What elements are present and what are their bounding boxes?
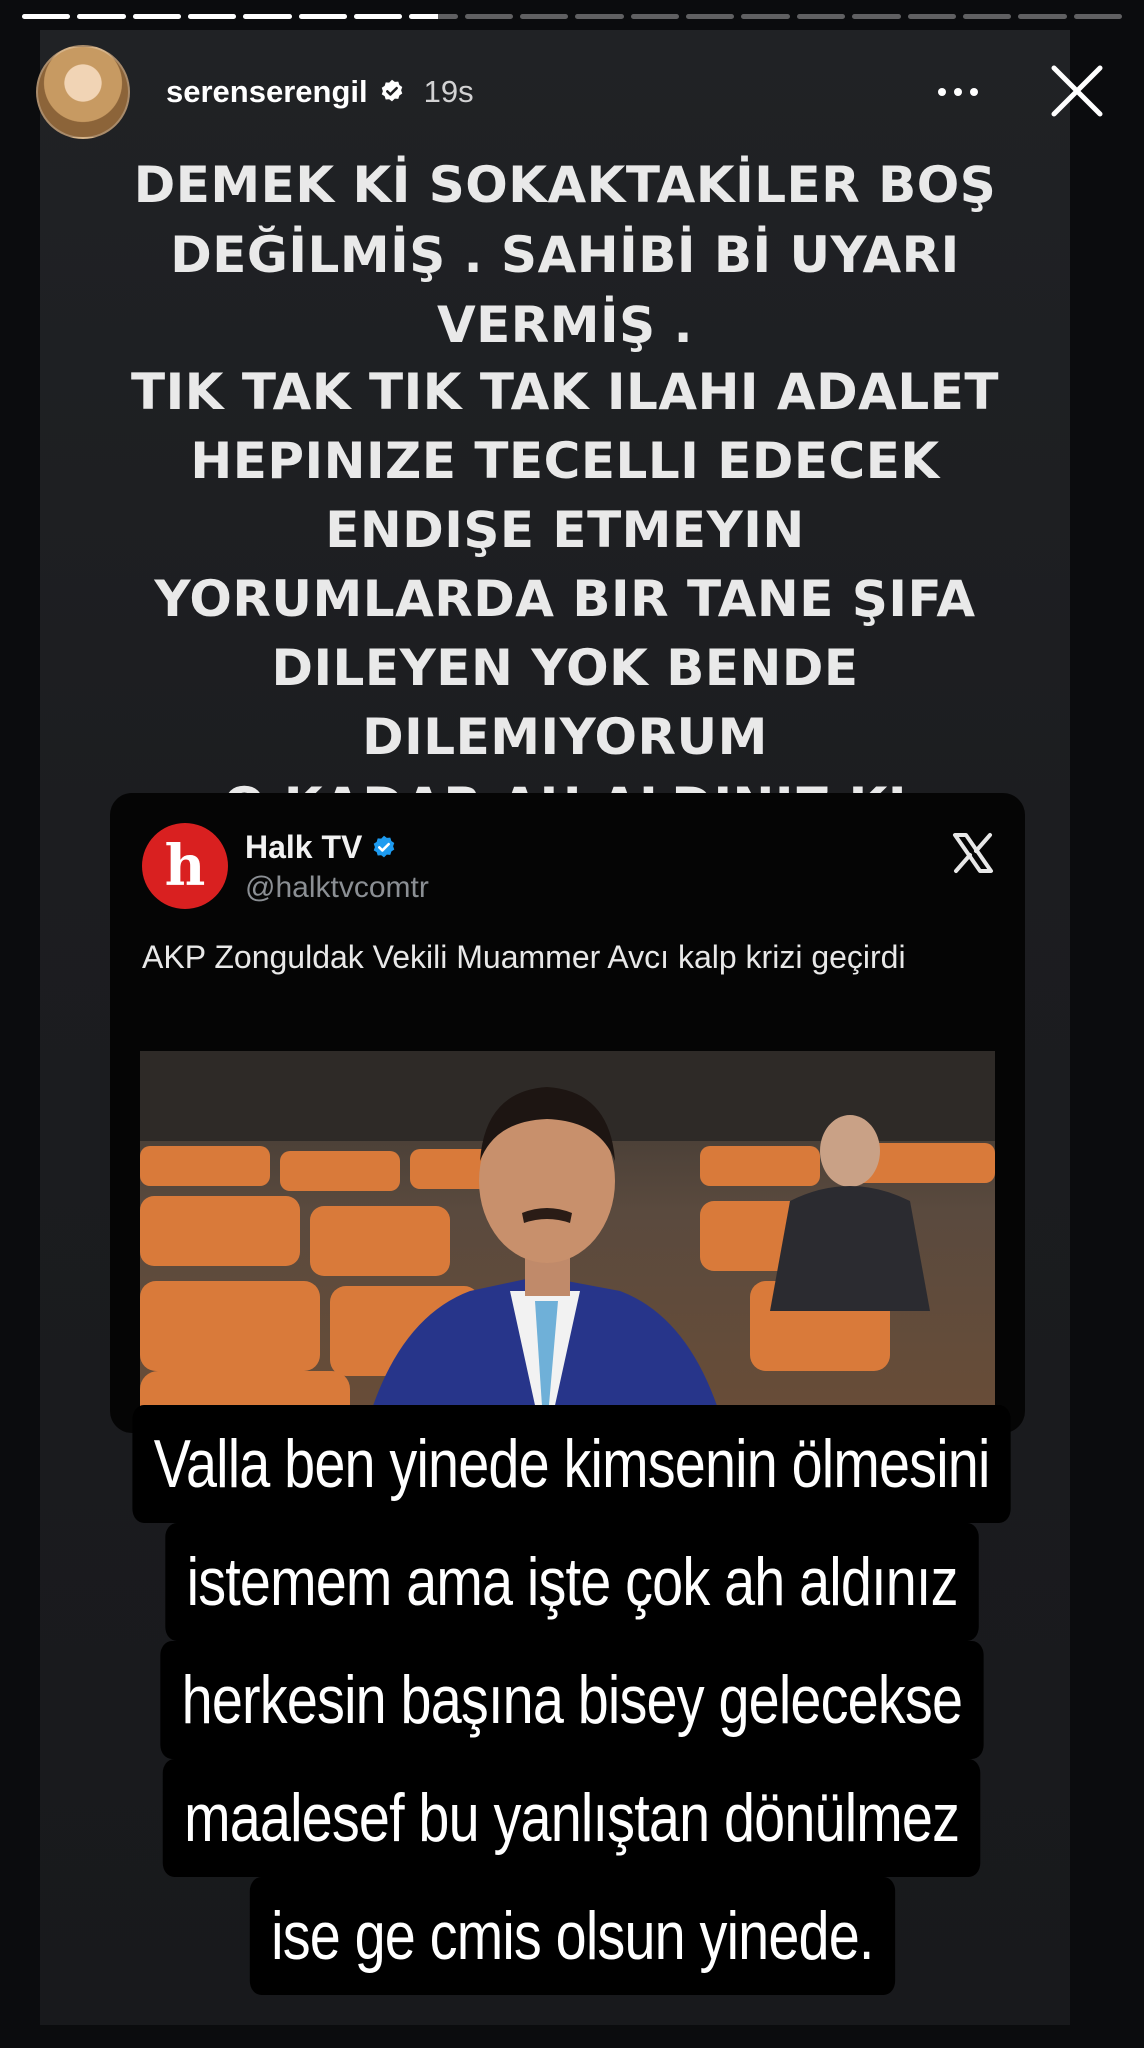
caption-line: Valla ben yinede kimsenin ölmesini bbox=[132, 1405, 1012, 1523]
story-viewer[interactable]: serenserengil 19s DEMEK Kİ SOKAKTAKİLER … bbox=[0, 0, 1144, 2048]
tweet-author: Halk TV bbox=[245, 829, 398, 866]
progress-segment bbox=[132, 14, 182, 19]
story-header: serenserengil 19s bbox=[36, 44, 1114, 140]
tweet-handle: @halktvcomtr bbox=[245, 871, 429, 904]
progress-segment bbox=[907, 14, 956, 19]
headline-line: DILEYEN YOK BENDE DILEMIYORUM bbox=[271, 639, 859, 766]
progress-segment bbox=[22, 14, 71, 19]
progress-segment bbox=[1073, 14, 1122, 19]
headline-line: DEĞİLMİŞ . SAHİBİ Bİ UYARI VERMİŞ . bbox=[170, 226, 960, 354]
headline-line: YORUMLARDA BIR TANE ŞIFA bbox=[154, 570, 976, 628]
tweet-text: AKP Zonguldak Vekili Muammer Avcı kalp k… bbox=[142, 939, 906, 975]
tweet-author-name: Halk TV bbox=[245, 829, 363, 865]
progress-segment bbox=[630, 14, 680, 19]
avatar[interactable] bbox=[36, 45, 130, 139]
tweet-card: h Halk TV @halktvcomtr AKP Zonguldak Vek… bbox=[110, 793, 1025, 1433]
x-logo-icon bbox=[953, 833, 993, 873]
parliament-photo bbox=[140, 1051, 995, 1433]
progress-segment bbox=[962, 14, 1012, 19]
story-caption: Valla ben yinede kimsenin ölmesini istem… bbox=[0, 1405, 1144, 1995]
progress-segment bbox=[1018, 14, 1067, 19]
tweet-photo bbox=[140, 1051, 995, 1433]
caption-line: istemem ama işte çok ah aldınız bbox=[165, 1523, 979, 1641]
headline-line: ENDIŞE ETMEYIN bbox=[325, 501, 805, 559]
username[interactable]: serenserengil bbox=[166, 74, 368, 110]
halktv-logo: h bbox=[142, 823, 228, 909]
headline-top: DEMEK Kİ SOKAKTAKİLER BOŞ DEĞİLMİŞ . SAH… bbox=[60, 150, 1070, 360]
progress-segment bbox=[520, 14, 569, 19]
progress-segment bbox=[686, 14, 735, 19]
progress-segment bbox=[409, 14, 458, 19]
post-time: 19s bbox=[423, 74, 474, 109]
progress-segment bbox=[243, 14, 292, 19]
progress-segment bbox=[188, 14, 237, 19]
verified-badge-icon bbox=[381, 79, 402, 102]
headline-message: TIK TAK TIK TAK ILAHI ADALET HEPINIZE TE… bbox=[60, 358, 1070, 841]
headline-line: TIK TAK TIK TAK ILAHI ADALET bbox=[131, 363, 999, 421]
caption-line: herkesin başına bisey gelecekse bbox=[160, 1641, 984, 1759]
close-icon[interactable] bbox=[1040, 54, 1114, 128]
story-progress-bar bbox=[22, 14, 1122, 20]
progress-segment bbox=[852, 14, 901, 19]
progress-segment bbox=[464, 14, 514, 19]
more-icon[interactable] bbox=[928, 72, 988, 112]
headline-line: HEPINIZE TECELLI EDECEK bbox=[190, 432, 940, 490]
progress-segment bbox=[77, 14, 126, 19]
caption-line: ise ge cmis olsun yinede. bbox=[249, 1877, 895, 1995]
progress-segment bbox=[796, 14, 846, 19]
progress-segment bbox=[575, 14, 624, 19]
verified-badge-icon bbox=[374, 835, 395, 857]
caption-line: maalesef bu yanlıştan dönülmez bbox=[163, 1759, 981, 1877]
progress-segment bbox=[741, 14, 790, 19]
progress-segment bbox=[354, 14, 403, 19]
headline-line: DEMEK Kİ SOKAKTAKİLER BOŞ bbox=[133, 156, 997, 214]
progress-segment bbox=[298, 14, 348, 19]
